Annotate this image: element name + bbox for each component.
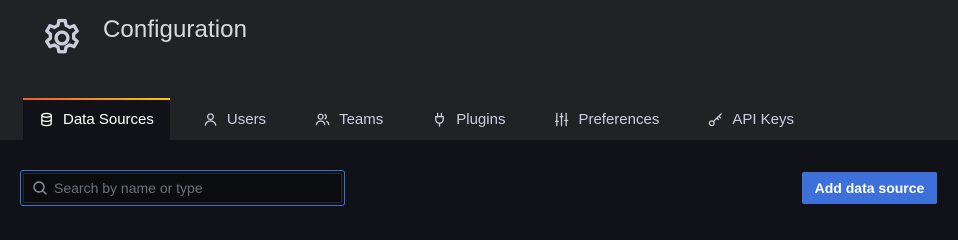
add-data-source-button[interactable]: Add data source [802, 172, 937, 204]
tab-label: Users [226, 110, 267, 128]
tab-label: Plugins [456, 110, 506, 128]
search-icon [33, 181, 47, 195]
plug-icon [435, 112, 445, 127]
tab-label: Preferences [578, 110, 660, 128]
tab-preferences[interactable]: Preferences [538, 98, 675, 140]
page-title: Configuration [103, 16, 248, 43]
tab-label: API Keys [732, 110, 795, 128]
page-header: Configuration Data Sources Users Teams P… [0, 0, 958, 140]
tab-api-keys[interactable]: API Keys [692, 98, 810, 140]
tab-plugins[interactable]: Plugins [416, 98, 521, 140]
tab-label: Teams [339, 110, 384, 128]
tab-users[interactable]: Users [187, 98, 282, 140]
sliders-icon [555, 112, 569, 126]
search-input[interactable] [54, 174, 341, 202]
search-box [20, 170, 345, 206]
tab-label: Data Sources [63, 110, 154, 128]
tab-bar: Data Sources Users Teams Plugins Prefere… [23, 98, 811, 140]
gear-icon [45, 18, 79, 54]
database-icon [41, 112, 52, 126]
user-icon [204, 112, 217, 126]
tab-teams[interactable]: Teams [299, 98, 399, 140]
key-icon [709, 112, 723, 126]
users-icon [315, 113, 330, 125]
tab-data-sources[interactable]: Data Sources [23, 98, 170, 140]
